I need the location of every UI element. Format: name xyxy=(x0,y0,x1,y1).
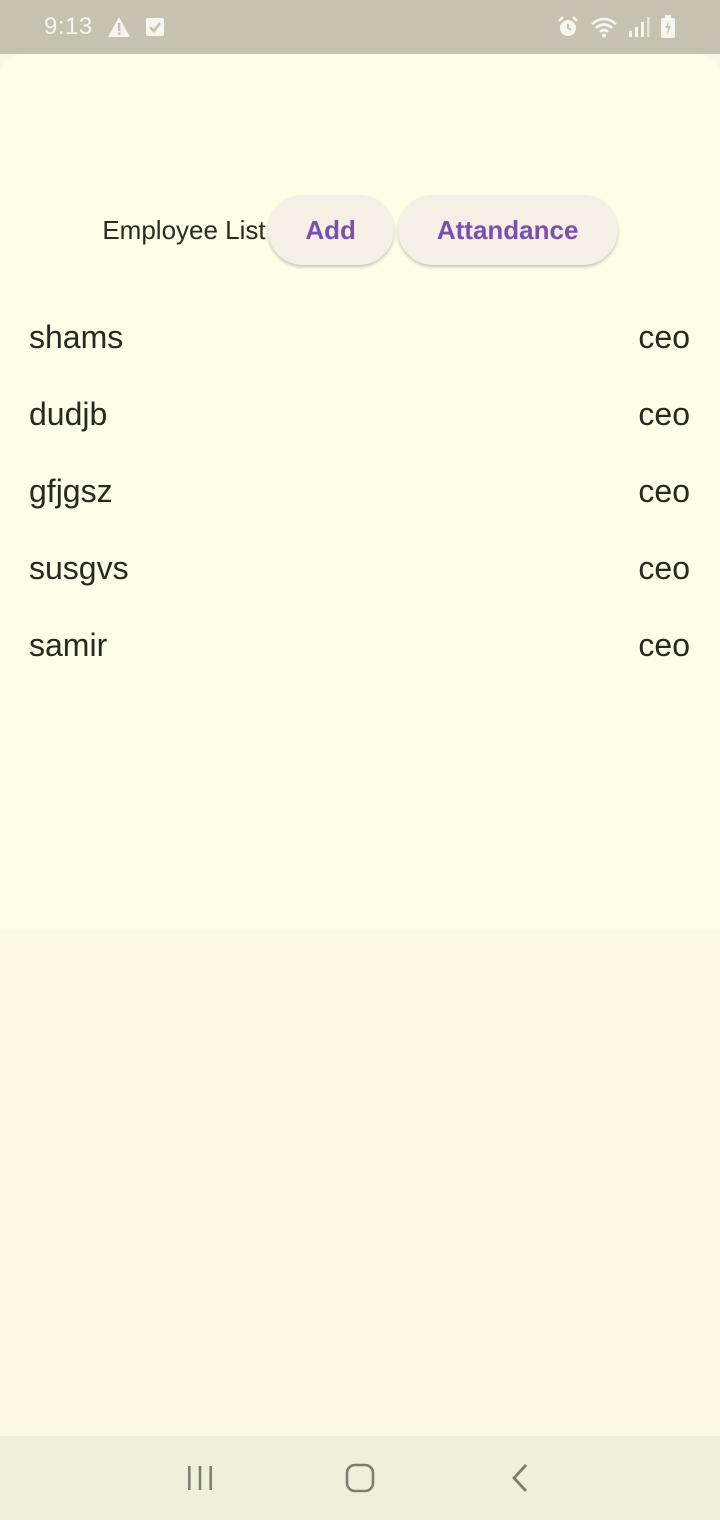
list-item[interactable]: samir ceo xyxy=(0,607,720,684)
page-title: Employee List xyxy=(102,214,266,245)
employee-list: shams ceo dudjb ceo gfjgsz ceo susgvs ce… xyxy=(0,299,720,684)
list-item[interactable]: susgvs ceo xyxy=(0,530,720,607)
wifi-icon xyxy=(590,16,618,38)
navigation-bar xyxy=(0,1436,720,1520)
list-item[interactable]: dudjb ceo xyxy=(0,376,720,453)
app-screen: 9:13 Employee List Add Attandance shams … xyxy=(0,0,720,1520)
status-left: 9:13 xyxy=(44,13,165,41)
status-bar: 9:13 xyxy=(0,0,720,54)
employee-name: shams xyxy=(29,319,124,355)
attendance-button[interactable]: Attandance xyxy=(397,195,618,265)
signal-icon xyxy=(628,16,650,38)
header-row: Employee List Add Attandance xyxy=(0,194,720,266)
alarm-icon xyxy=(556,15,580,39)
list-item[interactable]: shams ceo xyxy=(0,299,720,376)
employee-name: gfjgsz xyxy=(29,473,113,509)
employee-role: ceo xyxy=(638,550,690,586)
warning-icon xyxy=(107,16,131,38)
status-right xyxy=(556,15,676,39)
employee-name: dudjb xyxy=(29,396,108,432)
back-icon[interactable] xyxy=(490,1448,550,1508)
recent-apps-icon[interactable] xyxy=(170,1448,230,1508)
add-button[interactable]: Add xyxy=(267,195,394,265)
employee-role: ceo xyxy=(638,473,690,509)
employee-role: ceo xyxy=(638,627,690,663)
status-time: 9:13 xyxy=(44,13,93,40)
employee-name: samir xyxy=(29,627,108,663)
employee-role: ceo xyxy=(638,396,690,432)
home-icon[interactable] xyxy=(330,1448,390,1508)
battery-icon xyxy=(660,15,676,39)
checkbox-icon xyxy=(145,17,165,37)
employee-sheet: Employee List Add Attandance shams ceo d… xyxy=(0,54,720,929)
list-item[interactable]: gfjgsz ceo xyxy=(0,453,720,530)
employee-role: ceo xyxy=(638,319,690,355)
employee-name: susgvs xyxy=(29,550,129,586)
